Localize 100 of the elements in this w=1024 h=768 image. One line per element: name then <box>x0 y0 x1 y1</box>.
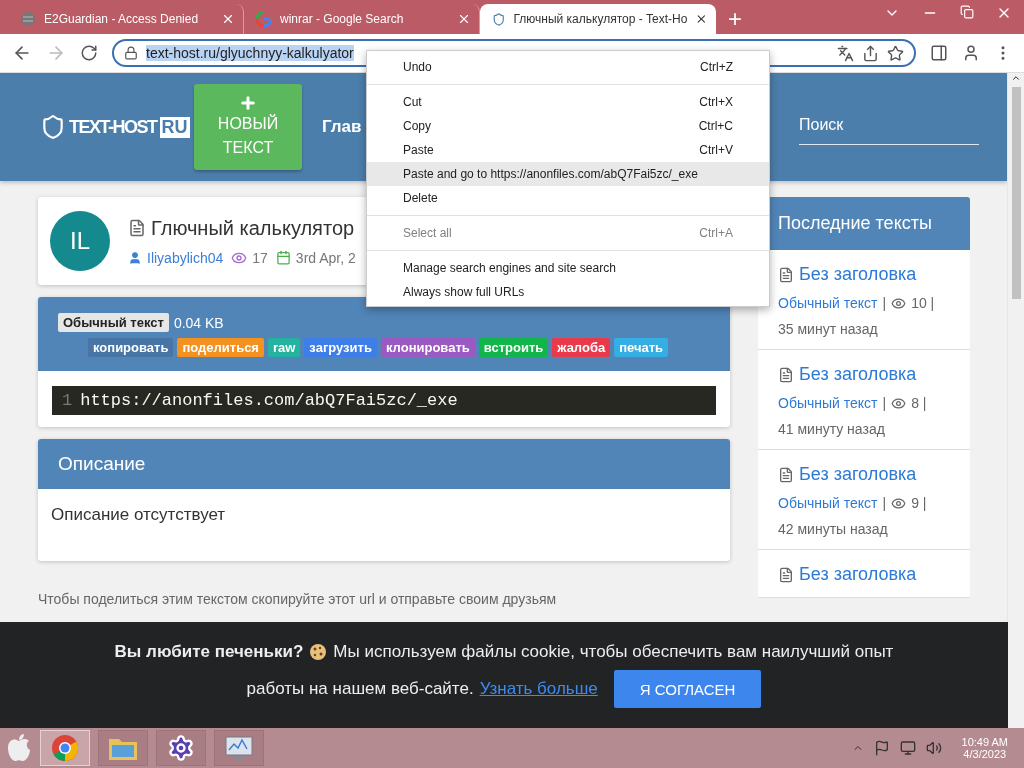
shortcut-text: Ctrl+X <box>699 95 733 109</box>
flag-icon[interactable] <box>873 740 890 756</box>
eye-icon <box>891 395 907 411</box>
apple-icon[interactable] <box>6 733 32 763</box>
tab-title: E2Guardian - Access Denied <box>44 12 200 26</box>
view-count: 8 | <box>911 395 927 411</box>
taskbar-app[interactable] <box>214 730 264 766</box>
taskbar-app[interactable] <box>156 730 206 766</box>
menu-item[interactable]: Undo Ctrl+Z <box>367 55 769 79</box>
syntax-link[interactable]: Обычный текст <box>778 495 878 511</box>
restore-icon[interactable] <box>960 5 974 19</box>
lock-icon <box>124 46 138 60</box>
search-field[interactable]: Поиск <box>799 109 979 145</box>
clock[interactable]: 10:49 AM 4/3/2023 <box>961 736 1008 760</box>
clock-time: 10:49 AM <box>961 736 1008 748</box>
network-icon[interactable] <box>899 740 916 756</box>
new-text-button[interactable]: НОВЫЙ ТЕКСТ <box>194 84 302 170</box>
file-size: 0.04 KB <box>173 314 224 331</box>
cookie-message: Мы используем файлы cookie, чтобы обеспечить вам наилучший опыт <box>333 642 894 662</box>
document-icon <box>778 266 794 283</box>
close-icon[interactable] <box>695 12 708 26</box>
menu-label: Paste <box>403 143 434 157</box>
menu-item[interactable]: Paste and go to https://anonfiles.com/abQ7Fai5zc/_exe <box>367 162 769 186</box>
avatar: IL <box>50 211 110 271</box>
menu-item[interactable]: Copy Ctrl+C <box>367 114 769 138</box>
recent-text-title[interactable]: Без заголовка <box>799 264 917 285</box>
document-icon <box>778 366 794 383</box>
profile-icon[interactable] <box>962 44 980 62</box>
document-icon <box>778 566 794 583</box>
eye-icon <box>891 295 907 311</box>
learn-more-link[interactable]: Узнать больше <box>479 679 598 699</box>
view-count: 10 | <box>911 295 935 311</box>
divider-text: | <box>882 495 887 511</box>
calendar-icon <box>275 250 291 265</box>
logo-text: TEXT-HOST <box>69 116 157 138</box>
scroll-thumb[interactable] <box>1011 87 1021 299</box>
clock-date: 4/3/2023 <box>963 748 1007 760</box>
author-link[interactable]: Iliyabylich04 <box>147 249 224 266</box>
new-tab-button[interactable]: + <box>716 4 754 34</box>
star-icon[interactable] <box>887 44 904 62</box>
shortcut-text: Ctrl+A <box>699 226 733 240</box>
tab-title: Глючный калькулятор - Text-Ho <box>513 12 688 26</box>
monitor-icon <box>224 735 254 761</box>
cookie-message: работы на нашем веб-сайте. <box>246 679 474 699</box>
post-time: 41 минуту назад <box>778 421 886 437</box>
close-icon[interactable] <box>221 12 235 26</box>
view-count: 9 | <box>911 495 927 511</box>
close-icon[interactable] <box>457 12 471 26</box>
menu-item[interactable]: Manage search engines and site search <box>367 256 769 280</box>
share-icon[interactable] <box>862 44 879 62</box>
menu-item[interactable]: Paste Ctrl+V <box>367 138 769 162</box>
recent-text-title[interactable]: Без заголовка <box>799 564 917 585</box>
shortcut-text: Ctrl+Z <box>700 60 733 74</box>
code-line: https://anonfiles.com/abQ7Fai5zc/_exe <box>80 391 458 410</box>
agree-button[interactable]: Я СОГЛАСЕН <box>613 670 762 708</box>
recent-text-title[interactable]: Без заголовка <box>799 464 917 485</box>
document-icon <box>128 219 146 237</box>
syntax-link[interactable]: Обычный текст <box>778 295 878 311</box>
scroll-up-icon[interactable] <box>1011 73 1021 83</box>
menu-label: Paste and go to https://anonfiles.com/abQ7Fai5zc/_exe <box>403 167 698 181</box>
nav-link[interactable]: Глав <box>322 117 362 137</box>
logo-badge: RU <box>159 116 190 138</box>
document-icon <box>778 466 794 483</box>
browser-tab[interactable]: Глючный калькулятор - Text-Ho <box>480 4 716 34</box>
tab-title: winrar - Google Search <box>280 12 405 26</box>
plus-icon <box>239 94 257 112</box>
cookie-question: Вы любите печеньки? <box>114 642 304 662</box>
action-button[interactable]: загрузить <box>304 338 377 357</box>
url-text: text-host.ru/glyuchnyy-kalkulyator <box>146 45 354 61</box>
eye-icon <box>891 495 907 511</box>
description-text: Описание отсутствует <box>50 504 227 526</box>
menu-item[interactable]: Cut Ctrl+X <box>367 90 769 114</box>
syntax-link[interactable]: Обычный текст <box>778 395 878 411</box>
translate-icon[interactable] <box>837 44 854 62</box>
description-title: Описание <box>38 439 730 489</box>
menu-label: Delete <box>403 191 438 205</box>
gear-icon <box>167 734 195 762</box>
menu-label: Undo <box>403 60 432 74</box>
shield-icon <box>492 11 506 27</box>
action-button[interactable]: поделиться <box>177 338 264 357</box>
view-count: 17 <box>252 249 268 266</box>
post-time: 42 минуты назад <box>778 521 889 537</box>
action-button[interactable]: клонировать <box>380 338 475 357</box>
post-time: 35 минут назад <box>778 321 879 337</box>
menu-label: Select all <box>403 226 452 240</box>
action-button[interactable]: жалоба <box>552 338 611 357</box>
side-panel-icon[interactable] <box>930 44 948 62</box>
paste-title: Глючный калькулятор <box>151 216 355 240</box>
volume-icon[interactable] <box>925 740 942 756</box>
action-button[interactable]: raw <box>267 338 301 357</box>
recent-text-title[interactable]: Без заголовка <box>799 364 917 385</box>
menu-item[interactable]: Always show full URLs <box>367 280 769 304</box>
reload-icon[interactable] <box>80 44 98 62</box>
divider-text: | <box>882 395 887 411</box>
action-button[interactable]: копировать <box>88 338 174 357</box>
menu-label: Cut <box>403 95 422 109</box>
menu-label: Copy <box>403 119 431 133</box>
action-button[interactable]: печать <box>614 338 669 357</box>
line-number: 1 <box>62 391 73 410</box>
action-button[interactable]: встроить <box>478 338 549 357</box>
